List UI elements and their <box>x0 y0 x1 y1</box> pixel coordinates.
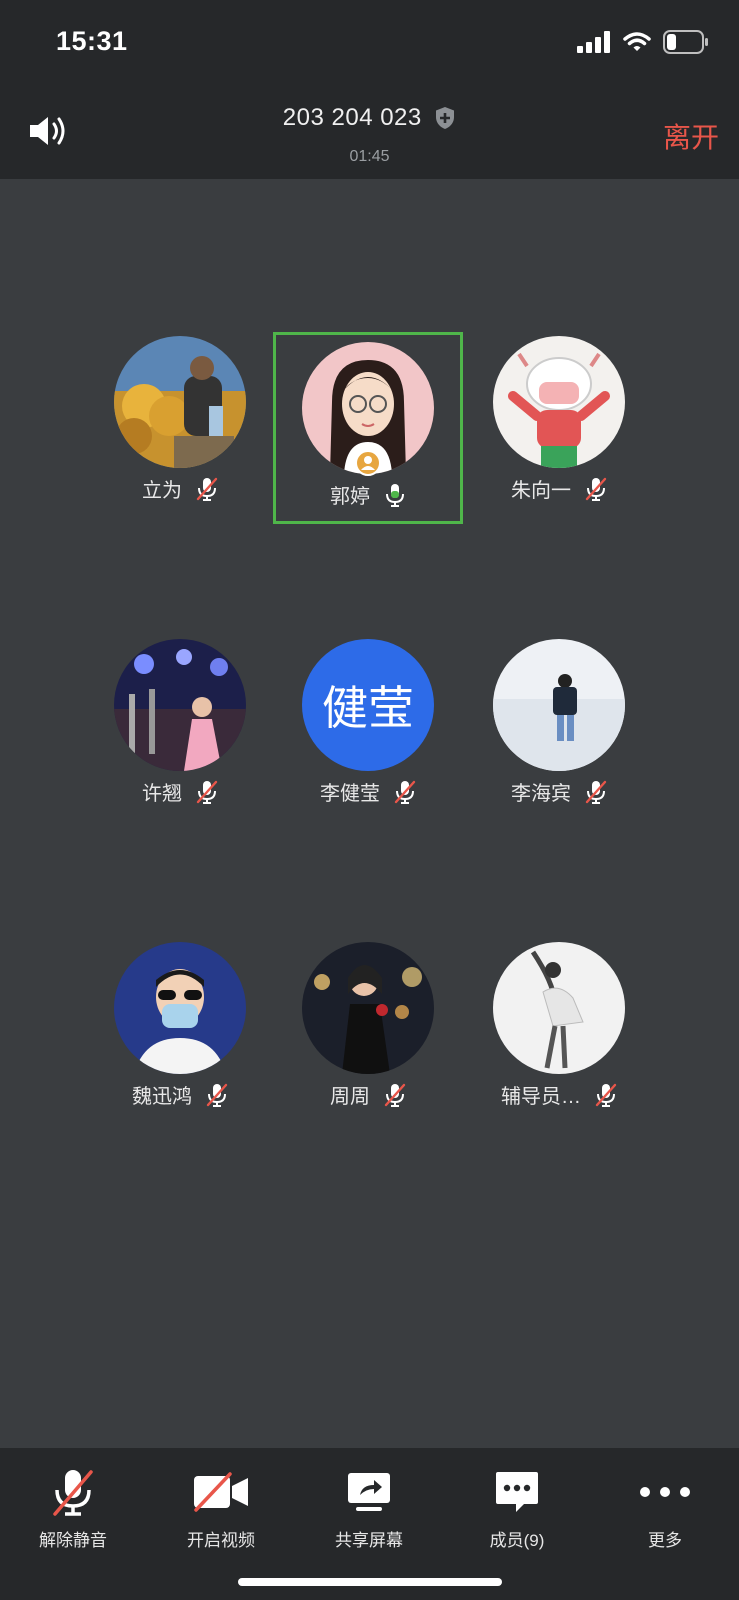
start-video-button[interactable]: 开启视频 <box>151 1464 291 1551</box>
participant-name: 辅导员… <box>501 1086 581 1108</box>
name-row: 李海宾 <box>464 777 654 806</box>
participant-tile[interactable]: 健莹 李健莹 <box>273 629 463 817</box>
mic-muted-icon <box>595 1083 617 1107</box>
avatar <box>302 942 434 1074</box>
unmute-button[interactable]: 解除静音 <box>3 1464 143 1551</box>
signal-icon <box>577 31 610 53</box>
avatar: 健莹 <box>302 639 434 771</box>
start-video-label: 开启视频 <box>187 1531 255 1550</box>
avatar <box>114 336 246 468</box>
name-row: 立为 <box>85 474 275 503</box>
participant-tile[interactable]: 立为 <box>85 326 275 514</box>
name-row: 郭婷 <box>276 480 460 509</box>
video-off-icon <box>194 1472 248 1512</box>
more-label: 更多 <box>648 1531 682 1550</box>
meeting-timer: 01:45 <box>349 148 390 165</box>
name-row: 周周 <box>273 1080 463 1109</box>
more-dots-icon <box>640 1487 690 1497</box>
more-button[interactable]: 更多 <box>595 1464 735 1551</box>
participant-name: 李健莹 <box>320 783 380 805</box>
name-row: 许翘 <box>85 777 275 806</box>
members-label: 成员(9) <box>489 1531 545 1550</box>
status-icons <box>577 30 709 54</box>
wifi-icon <box>623 32 651 51</box>
avatar-initials: 健莹 <box>322 682 414 734</box>
participant-name: 魏迅鸿 <box>132 1086 192 1108</box>
home-indicator[interactable] <box>238 1578 502 1586</box>
avatar <box>493 336 625 468</box>
unmute-label: 解除静音 <box>39 1531 107 1550</box>
participant-tile[interactable]: 许翘 <box>85 629 275 817</box>
participant-tile[interactable]: 辅导员… <box>464 932 654 1120</box>
avatar <box>493 639 625 771</box>
mic-muted-icon <box>585 477 607 501</box>
mic-speaking-icon <box>386 483 404 507</box>
shield-icon <box>436 107 455 129</box>
participant-tile[interactable]: 朱向一 <box>464 326 654 514</box>
mic-muted-icon <box>196 780 218 804</box>
name-row: 李健莹 <box>273 777 463 806</box>
share-screen-icon <box>348 1473 390 1511</box>
avatar <box>114 942 246 1074</box>
participant-name: 许翘 <box>142 783 182 805</box>
status-time: 15:31 <box>56 26 128 56</box>
participant-tile[interactable]: 魏迅鸿 <box>85 932 275 1120</box>
participant-name: 朱向一 <box>511 480 571 502</box>
name-row: 辅导员… <box>464 1080 654 1109</box>
participant-name: 郭婷 <box>330 486 370 508</box>
mic-muted-icon <box>206 1083 228 1107</box>
meeting-title[interactable]: 203 204 023 <box>0 104 739 132</box>
mic-muted-icon <box>196 477 218 501</box>
participant-tile-active[interactable]: 郭婷 <box>273 332 463 524</box>
members-chat-icon <box>496 1472 538 1512</box>
share-screen-button[interactable]: 共享屏幕 <box>299 1464 439 1551</box>
participant-tile[interactable]: 周周 <box>273 932 463 1120</box>
avatar <box>493 942 625 1074</box>
meeting-header: 203 204 023 01:45 离开 <box>0 88 739 179</box>
name-row: 朱向一 <box>464 474 654 503</box>
mic-muted-icon <box>53 1470 93 1516</box>
leave-button[interactable]: 离开 <box>663 116 719 156</box>
status-bar: 15:31 <box>0 0 739 88</box>
battery-icon <box>663 30 708 54</box>
meeting-id: 203 204 023 <box>282 104 422 131</box>
avatar <box>114 639 246 771</box>
members-button[interactable]: 成员(9) <box>447 1464 587 1551</box>
name-row: 魏迅鸿 <box>85 1080 275 1109</box>
participant-name: 周周 <box>330 1086 370 1108</box>
share-screen-label: 共享屏幕 <box>335 1531 403 1550</box>
mic-muted-icon <box>394 780 416 804</box>
host-badge-icon <box>355 450 381 476</box>
participant-tile[interactable]: 李海宾 <box>464 629 654 817</box>
mic-muted-icon <box>384 1083 406 1107</box>
participant-name: 李海宾 <box>511 783 571 805</box>
participant-name: 立为 <box>142 480 182 502</box>
mic-muted-icon <box>585 780 607 804</box>
